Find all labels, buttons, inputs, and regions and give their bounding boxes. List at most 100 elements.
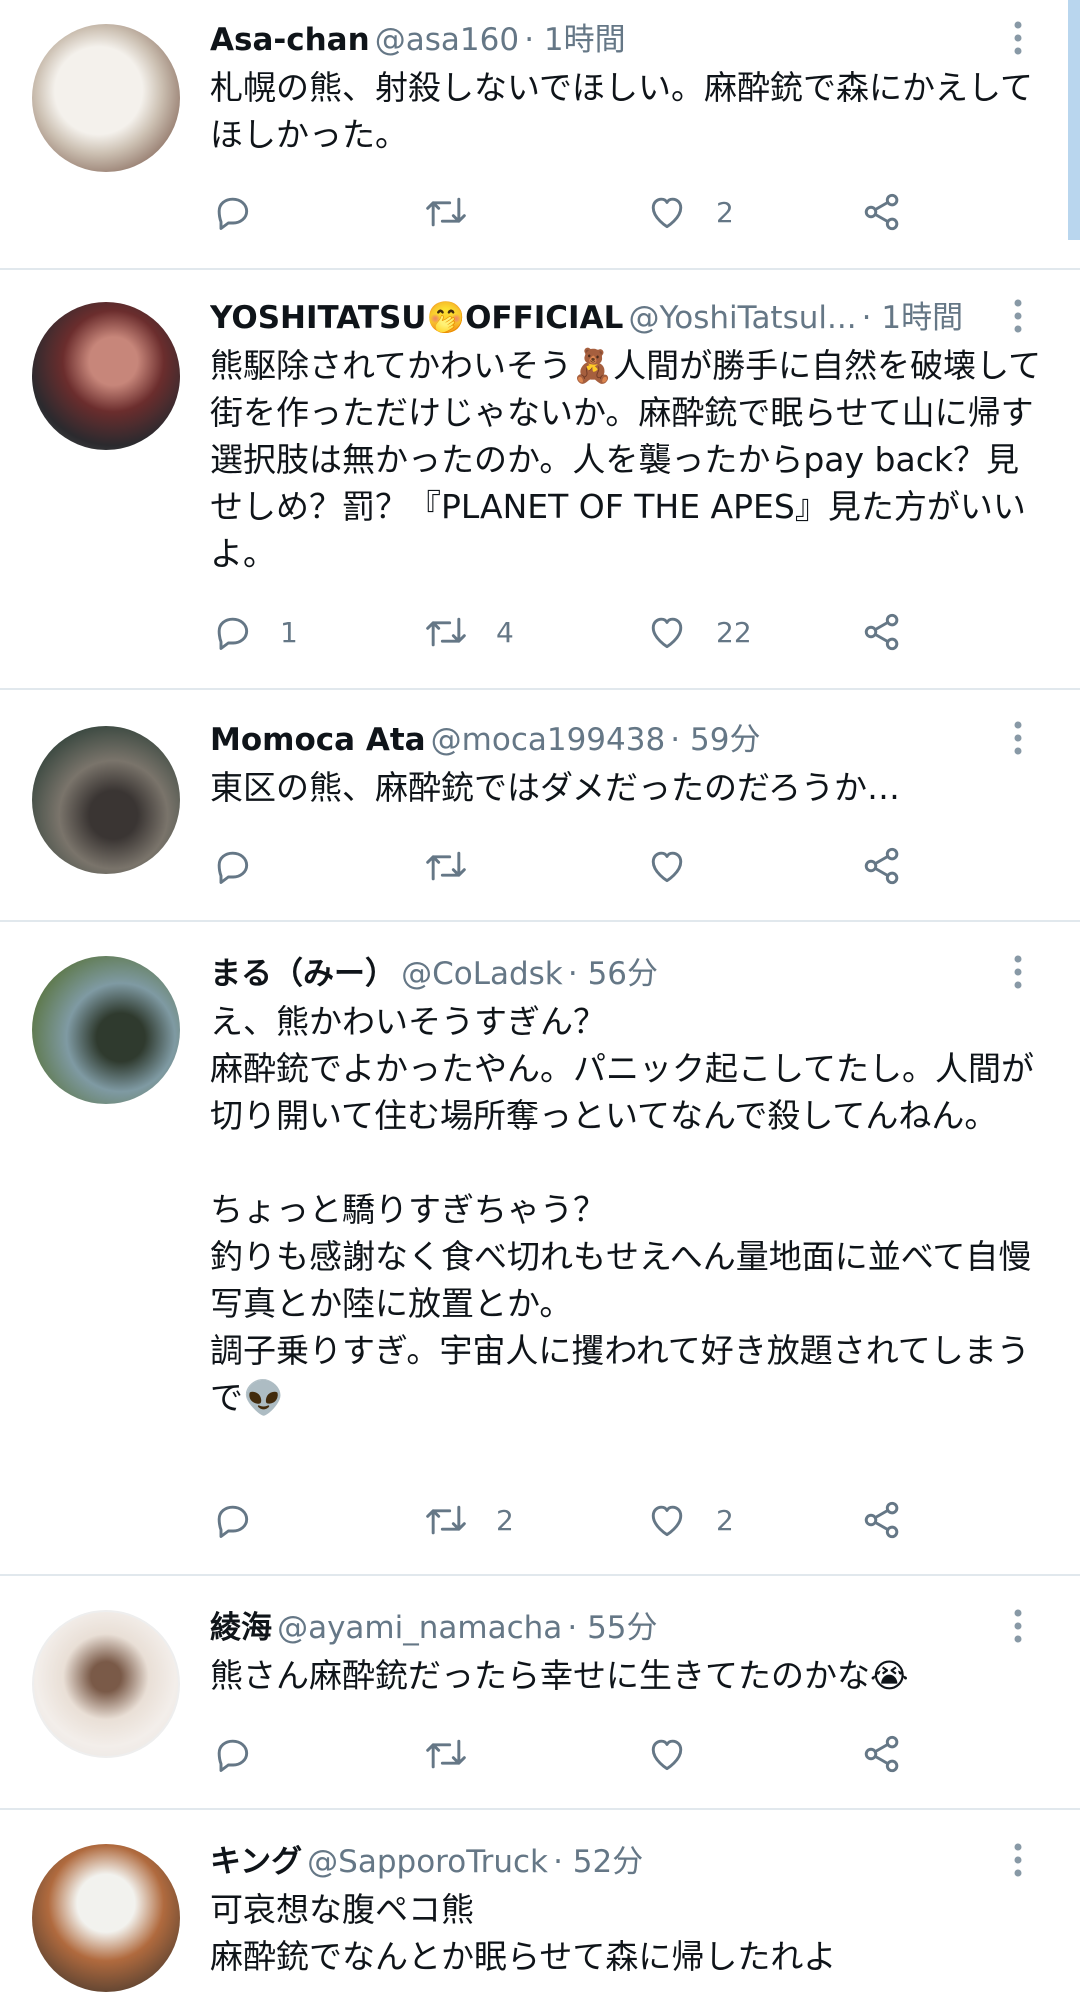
user-handle[interactable]: @ayami_namacha [277,1610,562,1646]
share-icon [860,190,904,234]
avatar[interactable] [32,302,180,450]
more-icon[interactable] [996,294,1040,338]
reply-icon [210,844,254,888]
retweet-count: 4 [496,615,514,649]
retweet-icon [422,190,470,234]
share-button[interactable] [860,838,904,894]
tweet-text: 札幌の熊、射殺しないでほしい。麻酔銃で森にかえしてほしかった。 [210,68,1034,154]
share-icon [860,1732,904,1776]
retweet-icon [422,610,470,654]
reply-button[interactable] [210,184,280,240]
timestamp[interactable]: · 1時間 [524,22,625,58]
reply-icon [210,190,254,234]
user-handle[interactable]: @SapporoTruck [307,1844,548,1880]
tweet-text: 東区の熊、麻酔銃ではダメだったのだろうか… [210,768,901,807]
avatar[interactable] [32,956,180,1104]
retweet-button[interactable] [422,838,496,894]
tweet[interactable]: 綾海 @ayami_namacha · 55分 熊さん麻酔銃だったら幸せに生きて… [0,1576,1080,1810]
share-button[interactable] [860,604,904,660]
retweet-button[interactable]: 2 [422,1492,514,1548]
share-icon [860,1498,904,1542]
more-icon[interactable] [996,16,1040,60]
user-handle[interactable]: @asa160 [375,22,519,58]
like-count: 2 [716,1503,734,1537]
tweet[interactable]: Asa-chan @asa160 · 1時間 札幌の熊、射殺しないでほしい。麻酔… [0,0,1080,270]
like-button[interactable]: 22 [644,604,752,660]
tweet-header: Asa-chan @asa160 · 1時間 [210,18,990,67]
retweet-icon [422,844,470,888]
user-handle[interactable]: @moca199438 [431,722,666,758]
tweet[interactable]: キング @SapporoTruck · 52分 可哀想な腹ペコ熊 麻酔銃でなんと… [0,1810,1080,2002]
timestamp[interactable]: · 1時間 [862,300,963,336]
tweet-header: YOSHITATSU🤭OFFICIAL @YoshiTatsul... · 1時… [210,296,990,345]
like-icon [644,610,690,654]
retweet-count: 2 [496,1503,514,1537]
share-icon [860,844,904,888]
tweet-actions [210,838,930,894]
tweet-text: 可哀想な腹ペコ熊 麻酔銃でなんとか眠らせて森に帰したれよ [210,1890,837,1976]
reply-button[interactable] [210,838,280,894]
more-icon[interactable] [996,716,1040,760]
tweet[interactable]: YOSHITATSU🤭OFFICIAL @YoshiTatsul... · 1時… [0,270,1080,690]
like-button[interactable]: 2 [644,184,734,240]
reply-icon [210,1498,254,1542]
share-button[interactable] [860,1726,904,1782]
retweet-icon [422,1732,470,1776]
user-name[interactable]: YOSHITATSU🤭OFFICIAL [210,300,623,336]
like-count: 22 [716,615,752,649]
reply-button[interactable]: 1 [210,604,298,660]
timestamp[interactable]: · 55分 [567,1610,657,1646]
user-name[interactable]: キング [210,1844,302,1880]
tweet-actions [210,1726,930,1782]
tweet[interactable]: まる（みー） @CoLadsk · 56分 え、熊かわいそうすぎん？ 麻酔銃でよ… [0,922,1080,1576]
retweet-button[interactable]: 4 [422,604,514,660]
more-icon[interactable] [996,950,1040,994]
scrollbar[interactable] [1068,0,1080,240]
avatar[interactable] [32,1610,180,1758]
retweet-icon [422,1498,470,1542]
more-icon[interactable] [996,1838,1040,1882]
tweet-text: 熊駆除されてかわいそう🧸人間が勝手に自然を破壊して街を作っただけじゃないか。麻酔… [210,346,1042,573]
share-icon [860,610,904,654]
tweet-header: 綾海 @ayami_namacha · 55分 [210,1606,990,1655]
like-icon [644,844,690,888]
like-icon [644,190,690,234]
reply-button[interactable] [210,1726,280,1782]
tweet-actions: 2 2 [210,1492,930,1548]
reply-count: 1 [280,615,298,649]
timestamp[interactable]: · 59分 [670,722,760,758]
tweet-header: キング @SapporoTruck · 52分 [210,1840,990,1889]
avatar[interactable] [32,24,180,172]
retweet-button[interactable] [422,184,496,240]
more-icon[interactable] [996,1604,1040,1648]
like-icon [644,1498,690,1542]
reply-button[interactable] [210,1492,280,1548]
user-name[interactable]: 綾海 [210,1610,272,1646]
tweet-header: Momoca Ata @moca199438 · 59分 [210,718,990,767]
user-handle[interactable]: @YoshiTatsul... [628,300,856,336]
tweet-feed: Asa-chan @asa160 · 1時間 札幌の熊、射殺しないでほしい。麻酔… [0,0,1080,2002]
avatar[interactable] [32,1844,180,1992]
user-name[interactable]: Asa-chan [210,22,370,58]
like-button[interactable]: 2 [644,1492,734,1548]
tweet-text: え、熊かわいそうすぎん？ 麻酔銃でよかったやん。パニック起こしてたし。人間が切り… [210,1002,1035,1417]
user-handle[interactable]: @CoLadsk [401,956,563,992]
timestamp[interactable]: · 56分 [568,956,658,992]
timestamp[interactable]: · 52分 [553,1844,643,1880]
like-count: 2 [716,195,734,229]
reply-icon [210,610,254,654]
tweet[interactable]: Momoca Ata @moca199438 · 59分 東区の熊、麻酔銃ではダ… [0,690,1080,922]
like-icon [644,1732,690,1776]
avatar[interactable] [32,726,180,874]
like-button[interactable] [644,838,716,894]
retweet-button[interactable] [422,1726,496,1782]
share-button[interactable] [860,184,904,240]
like-button[interactable] [644,1726,716,1782]
tweet-actions: 2 [210,184,930,240]
reply-icon [210,1732,254,1776]
user-name[interactable]: まる（みー） [210,956,396,992]
user-name[interactable]: Momoca Ata [210,722,426,758]
tweet-text: 熊さん麻酔銃だったら幸せに生きてたのかな😭 [210,1656,909,1695]
tweet-actions: 1 4 22 [210,604,930,660]
share-button[interactable] [860,1492,904,1548]
